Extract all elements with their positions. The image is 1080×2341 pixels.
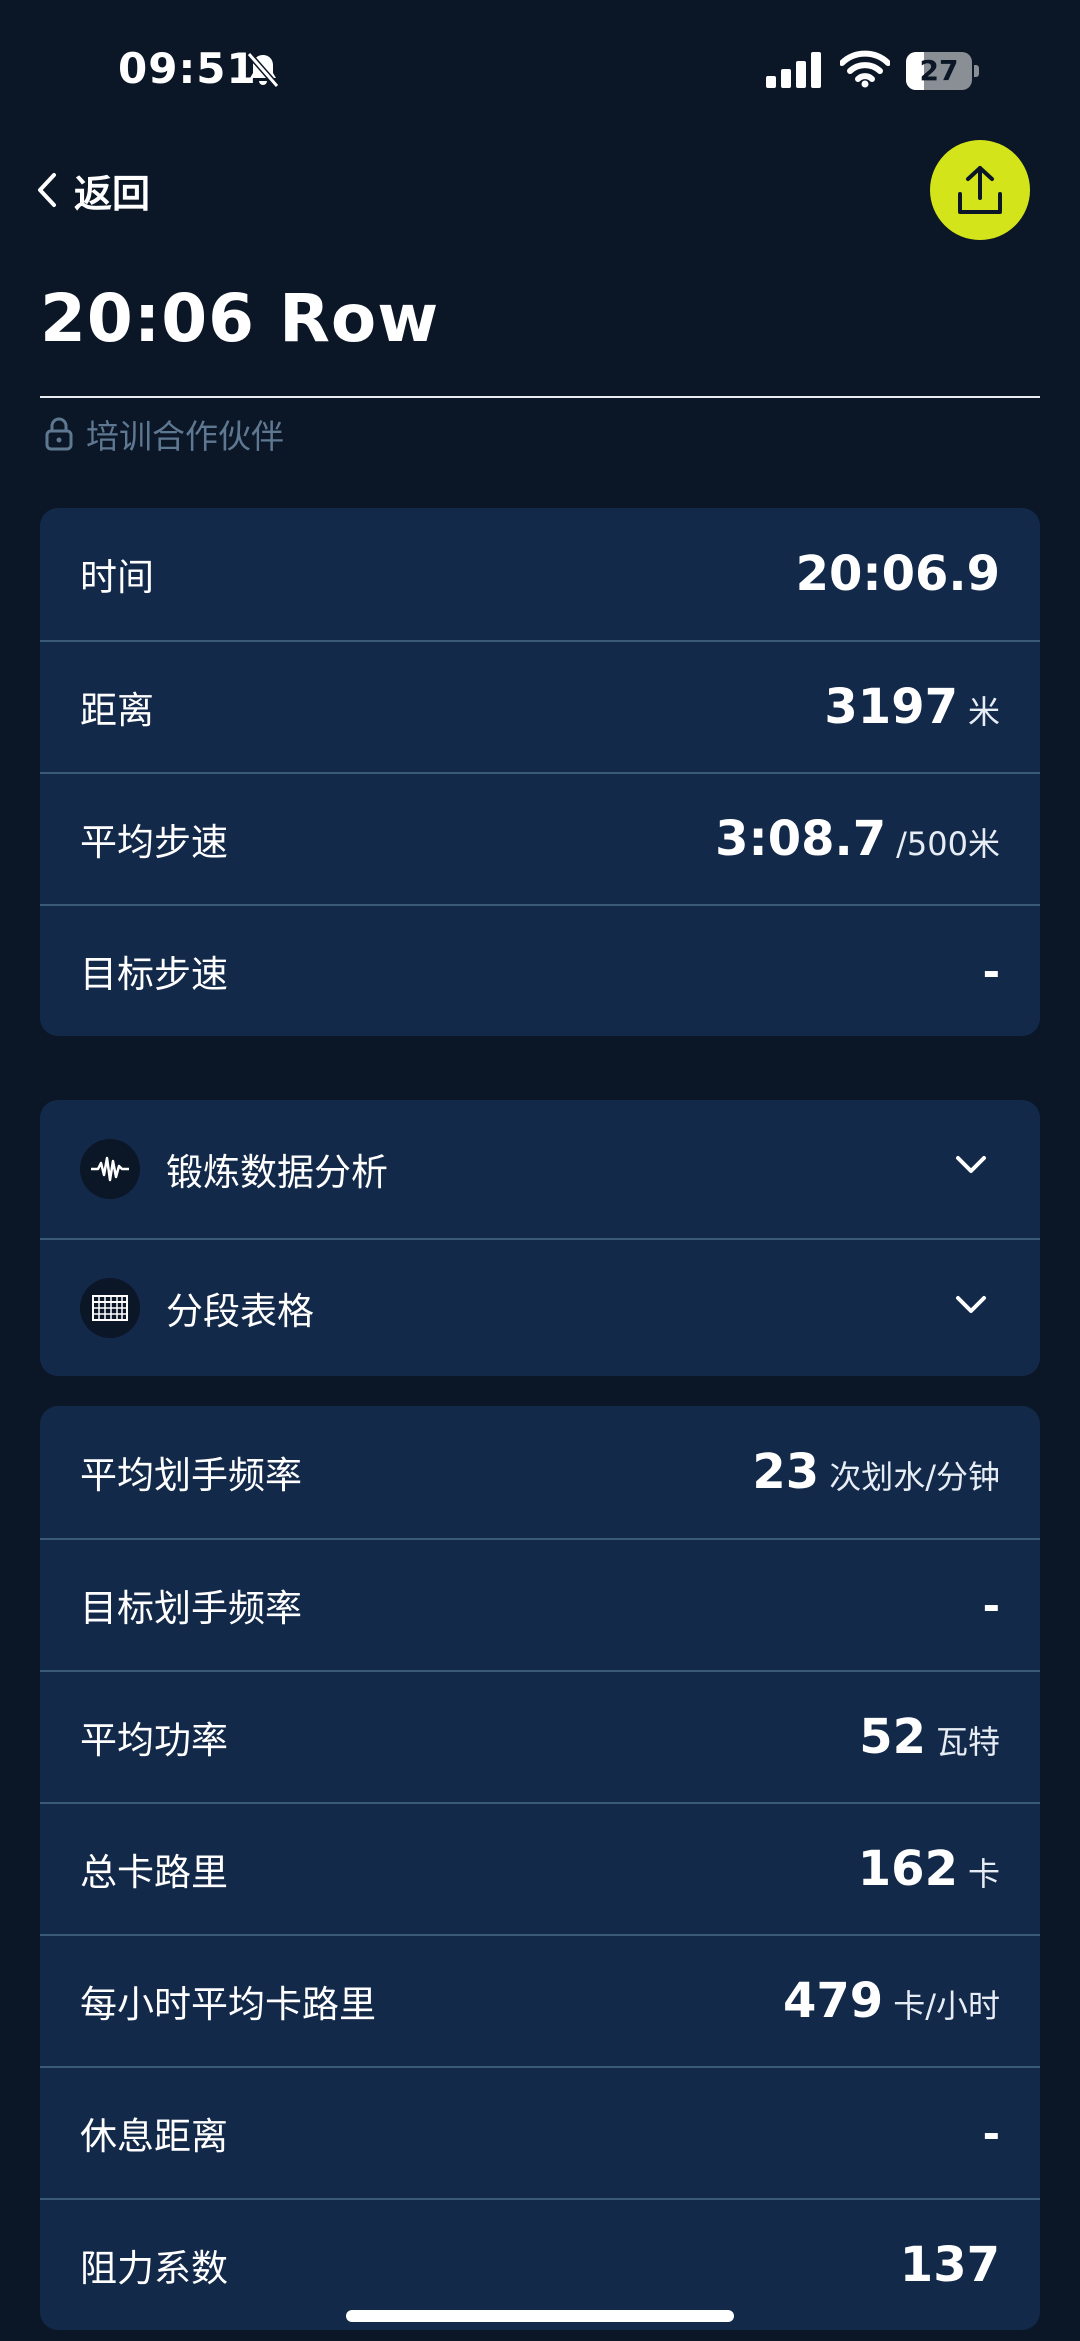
- row-value: 162: [857, 1841, 958, 1897]
- row-value: 20:06.9: [795, 546, 1000, 602]
- section-workout-analysis[interactable]: 锻炼数据分析: [40, 1100, 1040, 1238]
- detail-row-target-stroke-rate: 目标划手频率 -: [40, 1538, 1040, 1670]
- partner-text: 培训合作伙伴: [86, 417, 284, 456]
- row-value: -: [982, 1580, 1000, 1630]
- chevron-left-icon: [38, 173, 56, 207]
- home-indicator[interactable]: [346, 2310, 734, 2322]
- waveform-icon: [80, 1139, 140, 1199]
- cellular-signal-icon: [766, 52, 824, 92]
- summary-card: 时间 20:06.9 距离 3197 米 平均步速 3:08.7 /500米 目…: [40, 508, 1040, 1036]
- summary-row-distance: 距离 3197 米: [40, 640, 1040, 772]
- battery-level: 27: [919, 54, 959, 87]
- row-unit: 卡/小时: [893, 1987, 1000, 2025]
- battery-indicator: 27: [906, 52, 980, 90]
- row-label: 阻力系数: [80, 2247, 228, 2290]
- row-label: 时间: [80, 556, 154, 599]
- row-value: 52: [859, 1709, 926, 1765]
- section-label: 锻炼数据分析: [166, 1151, 388, 1194]
- back-button[interactable]: 返回: [36, 162, 150, 218]
- row-label: 距离: [80, 689, 154, 732]
- summary-row-avg-pace: 平均步速 3:08.7 /500米: [40, 772, 1040, 904]
- wifi-icon: [839, 50, 891, 92]
- upload-icon: [958, 166, 1002, 214]
- row-label: 总卡路里: [80, 1851, 228, 1894]
- row-label: 平均划手频率: [80, 1454, 302, 1497]
- section-split-table[interactable]: 分段表格: [40, 1238, 1040, 1376]
- chevron-down-icon: [956, 1156, 986, 1173]
- detail-row-rest-distance: 休息距离 -: [40, 2066, 1040, 2198]
- training-partner-label: 培训合作伙伴: [44, 412, 284, 456]
- row-value: -: [982, 2108, 1000, 2158]
- title-divider: [40, 396, 1040, 398]
- bell-muted-icon: [246, 52, 280, 92]
- detail-row-calories-per-hour: 每小时平均卡路里 479 卡/小时: [40, 1934, 1040, 2066]
- row-label: 平均步速: [80, 821, 228, 864]
- status-time: 09:51: [118, 44, 257, 93]
- detail-row-avg-stroke-rate: 平均划手频率 23 次划水/分钟: [40, 1406, 1040, 1538]
- row-unit: 米: [967, 693, 1000, 731]
- summary-row-target-pace: 目标步速 -: [40, 904, 1040, 1036]
- expandable-sections-card: 锻炼数据分析 分段表格: [40, 1100, 1040, 1376]
- status-bar: 09:51 27: [0, 0, 1080, 140]
- row-label: 平均功率: [80, 1719, 228, 1762]
- chevron-down-icon: [956, 1296, 986, 1313]
- detail-row-total-calories: 总卡路里 162 卡: [40, 1802, 1040, 1934]
- row-value: 137: [899, 2237, 1000, 2293]
- row-unit: 次划水/分钟: [829, 1458, 1000, 1496]
- details-card: 平均划手频率 23 次划水/分钟 目标划手频率 - 平均功率 52 瓦特 总卡路…: [40, 1406, 1040, 2330]
- row-value: 23: [752, 1444, 820, 1500]
- row-value: 479: [783, 1973, 884, 2029]
- table-icon: [80, 1278, 140, 1338]
- row-unit: 卡: [967, 1855, 1000, 1893]
- row-unit: /500米: [896, 825, 1000, 863]
- row-value: -: [982, 946, 1000, 996]
- row-unit: 瓦特: [935, 1723, 1000, 1761]
- section-label: 分段表格: [166, 1290, 314, 1333]
- row-label: 休息距离: [80, 2115, 228, 2158]
- share-upload-button[interactable]: [930, 140, 1030, 240]
- row-label: 每小时平均卡路里: [80, 1983, 376, 2026]
- summary-row-time: 时间 20:06.9: [40, 508, 1040, 640]
- lock-icon: [45, 417, 73, 451]
- row-label: 目标步速: [80, 953, 228, 996]
- detail-row-avg-power: 平均功率 52 瓦特: [40, 1670, 1040, 1802]
- row-value: 3:08.7: [715, 811, 887, 867]
- page-title: 20:06 Row: [40, 280, 440, 357]
- row-label: 目标划手频率: [80, 1587, 302, 1630]
- row-value: 3197: [824, 679, 958, 735]
- back-label: 返回: [74, 171, 151, 216]
